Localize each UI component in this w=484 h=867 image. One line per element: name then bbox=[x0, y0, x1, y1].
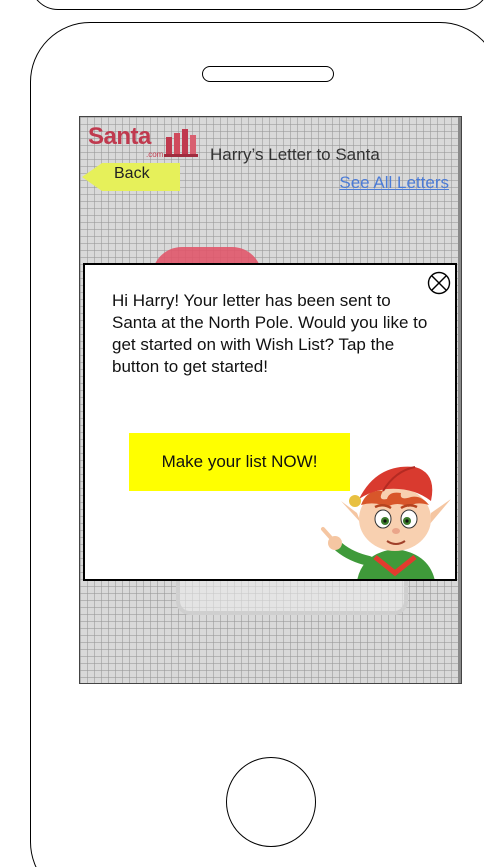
santa-book-icon bbox=[164, 129, 198, 157]
screen-scrollbar bbox=[458, 117, 461, 683]
previous-device-outline bbox=[30, 0, 484, 10]
see-all-letters-link[interactable]: See All Letters bbox=[339, 173, 449, 193]
logo-subtext: .com bbox=[146, 150, 164, 159]
confirmation-modal: Hi Harry! Your letter has been sent to S… bbox=[83, 263, 457, 581]
modal-message: Hi Harry! Your letter has been sent to S… bbox=[112, 291, 428, 376]
elf-illustration bbox=[321, 466, 451, 579]
speaker-slot bbox=[202, 66, 334, 82]
page-title: Harry’s Letter to Santa bbox=[210, 145, 380, 164]
back-label: Back bbox=[114, 165, 150, 182]
back-button[interactable]: Back bbox=[82, 163, 180, 191]
home-button[interactable] bbox=[226, 757, 316, 847]
canvas: Santa .com Harry’s Letter to Santa Back … bbox=[0, 0, 484, 867]
close-icon[interactable] bbox=[427, 271, 451, 295]
logo-text: Santa bbox=[88, 123, 151, 150]
santa-logo[interactable]: Santa .com bbox=[88, 123, 198, 163]
